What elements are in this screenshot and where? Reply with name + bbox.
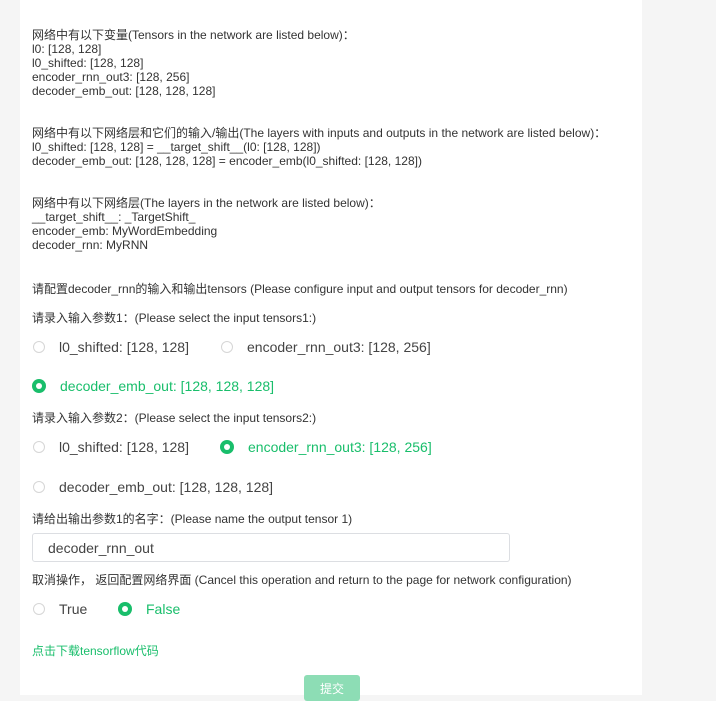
tensors-header: 网络中有以下变量(Tensors in the network are list… (32, 28, 355, 42)
tensor-item: l0: [128, 128] (32, 42, 102, 56)
layer-io-item: l0_shifted: [128, 128] = __target_shift_… (32, 140, 321, 154)
layer-item: decoder_rnn: MyRNN (32, 238, 149, 252)
radio-label: False (146, 601, 181, 617)
input2-option-decoder-emb-out[interactable]: decoder_emb_out: [128, 128, 128] (33, 479, 273, 495)
input2-option-l0-shifted[interactable]: l0_shifted: [128, 128] (33, 439, 189, 455)
radio-circle-icon (33, 341, 45, 353)
layers-io-header: 网络中有以下网络层和它们的输入/输出(The layers with input… (32, 126, 607, 140)
input2-prompt: 请录入输入参数2：(Please select the input tensor… (32, 411, 317, 425)
radio-label: encoder_rnn_out3: [128, 256] (248, 439, 432, 455)
tensor-item: l0_shifted: [128, 128] (32, 56, 144, 70)
radio-circle-icon (33, 481, 45, 493)
input1-prompt: 请录入输入参数1：(Please select the input tensor… (32, 311, 317, 325)
layer-item: encoder_emb: MyWordEmbedding (32, 224, 218, 238)
radio-checked-icon (32, 379, 46, 393)
radio-label: decoder_emb_out: [128, 128, 128] (59, 479, 274, 495)
radio-checked-icon (220, 440, 234, 454)
layer-item: __target_shift__: _TargetShift_ (32, 210, 196, 224)
output-prompt: 请给出输出参数1的名字：(Please name the output tens… (32, 512, 353, 526)
tensor-item: decoder_emb_out: [128, 128, 128] (32, 84, 216, 98)
configure-title: 请配置decoder_rnn的输入和输出tensors (Please conf… (32, 282, 568, 296)
submit-button[interactable]: 提交 (304, 675, 360, 701)
input1-option-encoder-rnn-out3[interactable]: encoder_rnn_out3: [128, 256] (221, 339, 431, 355)
radio-label: encoder_rnn_out3: [128, 256] (247, 339, 431, 355)
radio-label: l0_shifted: [128, 128] (59, 339, 189, 355)
input1-option-l0-shifted[interactable]: l0_shifted: [128, 128] (33, 339, 189, 355)
cancel-prompt: 取消操作， 返回配置网络界面 (Cancel this operation an… (32, 573, 572, 587)
radio-label: True (59, 601, 88, 617)
tensor-item: encoder_rnn_out3: [128, 256] (32, 70, 190, 84)
radio-circle-icon (33, 603, 45, 615)
radio-checked-icon (118, 602, 132, 616)
radio-circle-icon (221, 341, 233, 353)
cancel-option-false[interactable]: False (118, 601, 180, 617)
download-tensorflow-code-link[interactable]: 点击下载tensorflow代码 (32, 642, 159, 659)
input1-option-decoder-emb-out[interactable]: decoder_emb_out: [128, 128, 128] (32, 378, 274, 394)
layer-io-item: decoder_emb_out: [128, 128, 128] = encod… (32, 154, 422, 168)
output-name-input[interactable] (32, 533, 510, 562)
radio-label: decoder_emb_out: [128, 128, 128] (60, 378, 275, 394)
layers-header: 网络中有以下网络层(The layers in the network are … (32, 196, 381, 210)
radio-circle-icon (33, 441, 45, 453)
cancel-option-true[interactable]: True (33, 601, 87, 617)
input2-option-encoder-rnn-out3[interactable]: encoder_rnn_out3: [128, 256] (220, 439, 432, 455)
radio-label: l0_shifted: [128, 128] (59, 439, 189, 455)
